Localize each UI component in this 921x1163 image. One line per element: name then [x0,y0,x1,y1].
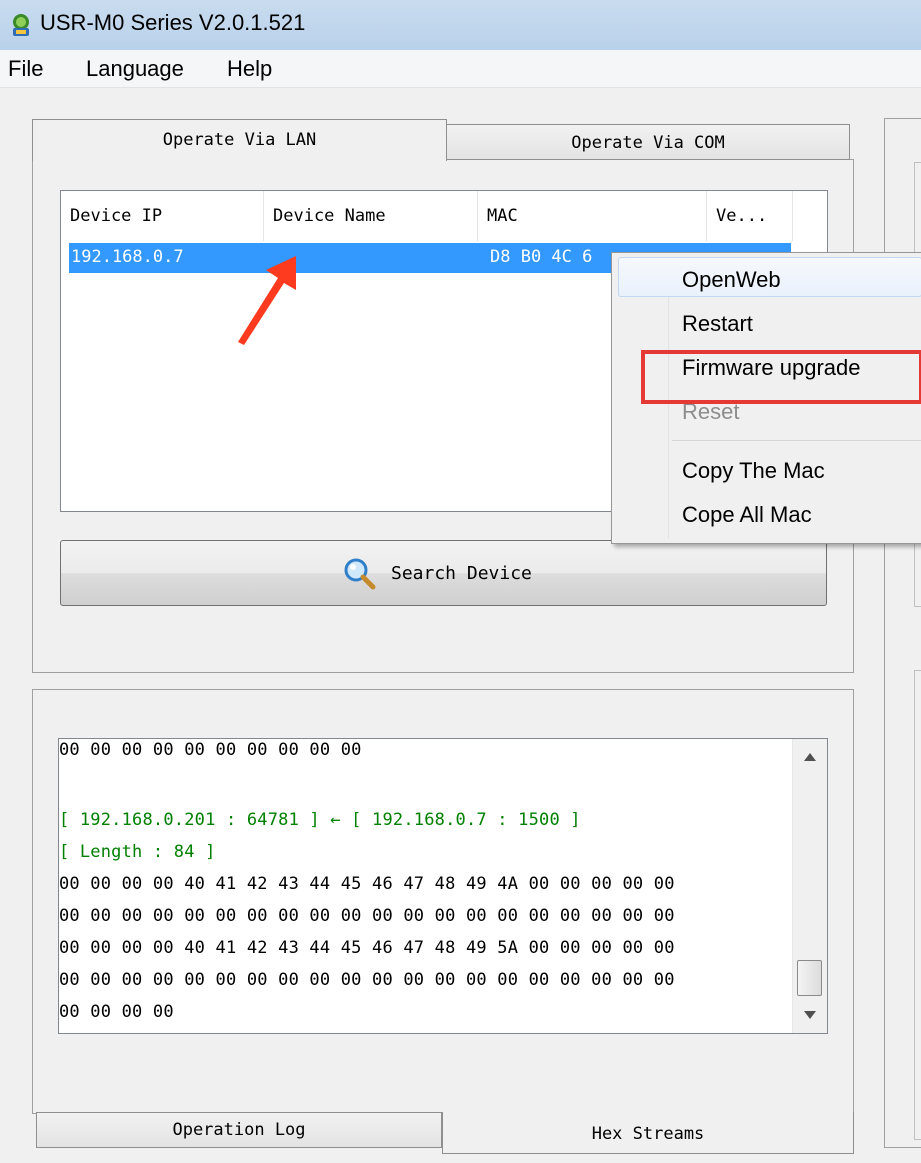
log-line: 00 00 00 00 40 41 42 43 44 45 46 47 48 4… [59,874,675,894]
search-device-button[interactable]: Search Device [60,540,827,606]
tab-operation-log[interactable]: Operation Log [36,1112,442,1148]
title-bar: USR-M0 Series V2.0.1.521 [0,0,921,50]
column-header-version[interactable]: Ve... [707,191,793,241]
window-title: USR-M0 Series V2.0.1.521 [40,10,306,35]
column-header-device-ip[interactable]: Device IP [61,191,264,241]
magnifier-icon [344,558,376,590]
log-line: 00 00 00 00 00 00 00 00 00 00 [59,740,362,760]
log-scrollbar[interactable] [792,739,827,1033]
column-header-mac[interactable]: MAC [478,191,707,241]
highlight-box [641,350,921,404]
log-line: 00 00 00 00 00 00 00 00 00 00 00 00 00 0… [59,906,675,926]
context-item-openweb[interactable]: OpenWeb [682,267,781,293]
log-line: [ Length : 84 ] [59,842,216,862]
log-line: 00 00 00 00 40 41 42 43 44 45 46 47 48 4… [59,938,675,958]
right-group-bottom [914,670,921,1140]
context-item-restart[interactable]: Restart [682,311,753,337]
log-line: 00 00 00 00 00 00 00 00 00 00 00 00 00 0… [59,970,675,990]
app-icon [13,14,29,36]
hex-stream-log[interactable]: 00 00 00 00 00 00 00 00 00 00 [ 192.168.… [58,738,828,1034]
scroll-thumb[interactable] [797,960,822,996]
menu-file[interactable]: File [8,56,43,82]
menu-bar: File Language Help [0,50,921,88]
cell-device-ip: 192.168.0.7 [71,247,184,267]
context-menu-separator [672,440,921,441]
annotation-arrow-icon [238,256,296,345]
context-item-copy-the-mac[interactable]: Copy The Mac [682,458,825,484]
menu-language[interactable]: Language [86,56,184,82]
tab-join [33,158,446,161]
log-line: [ 192.168.0.201 : 64781 ] ← [ 192.168.0.… [59,810,581,830]
tab-operate-via-com[interactable]: Operate Via COM [446,124,850,160]
tab-operate-via-lan[interactable]: Operate Via LAN [32,119,447,161]
tab-hex-streams[interactable]: Hex Streams [442,1112,854,1154]
column-header-device-name[interactable]: Device Name [264,191,478,241]
context-item-cope-all-mac[interactable]: Cope All Mac [682,502,812,528]
log-line: 00 00 00 00 [59,1002,174,1022]
cell-mac: D8 B0 4C 6 [490,247,593,267]
scroll-up-icon[interactable] [804,753,816,761]
search-device-label: Search Device [391,563,532,584]
menu-help[interactable]: Help [227,56,272,82]
scroll-down-icon[interactable] [804,1011,816,1019]
